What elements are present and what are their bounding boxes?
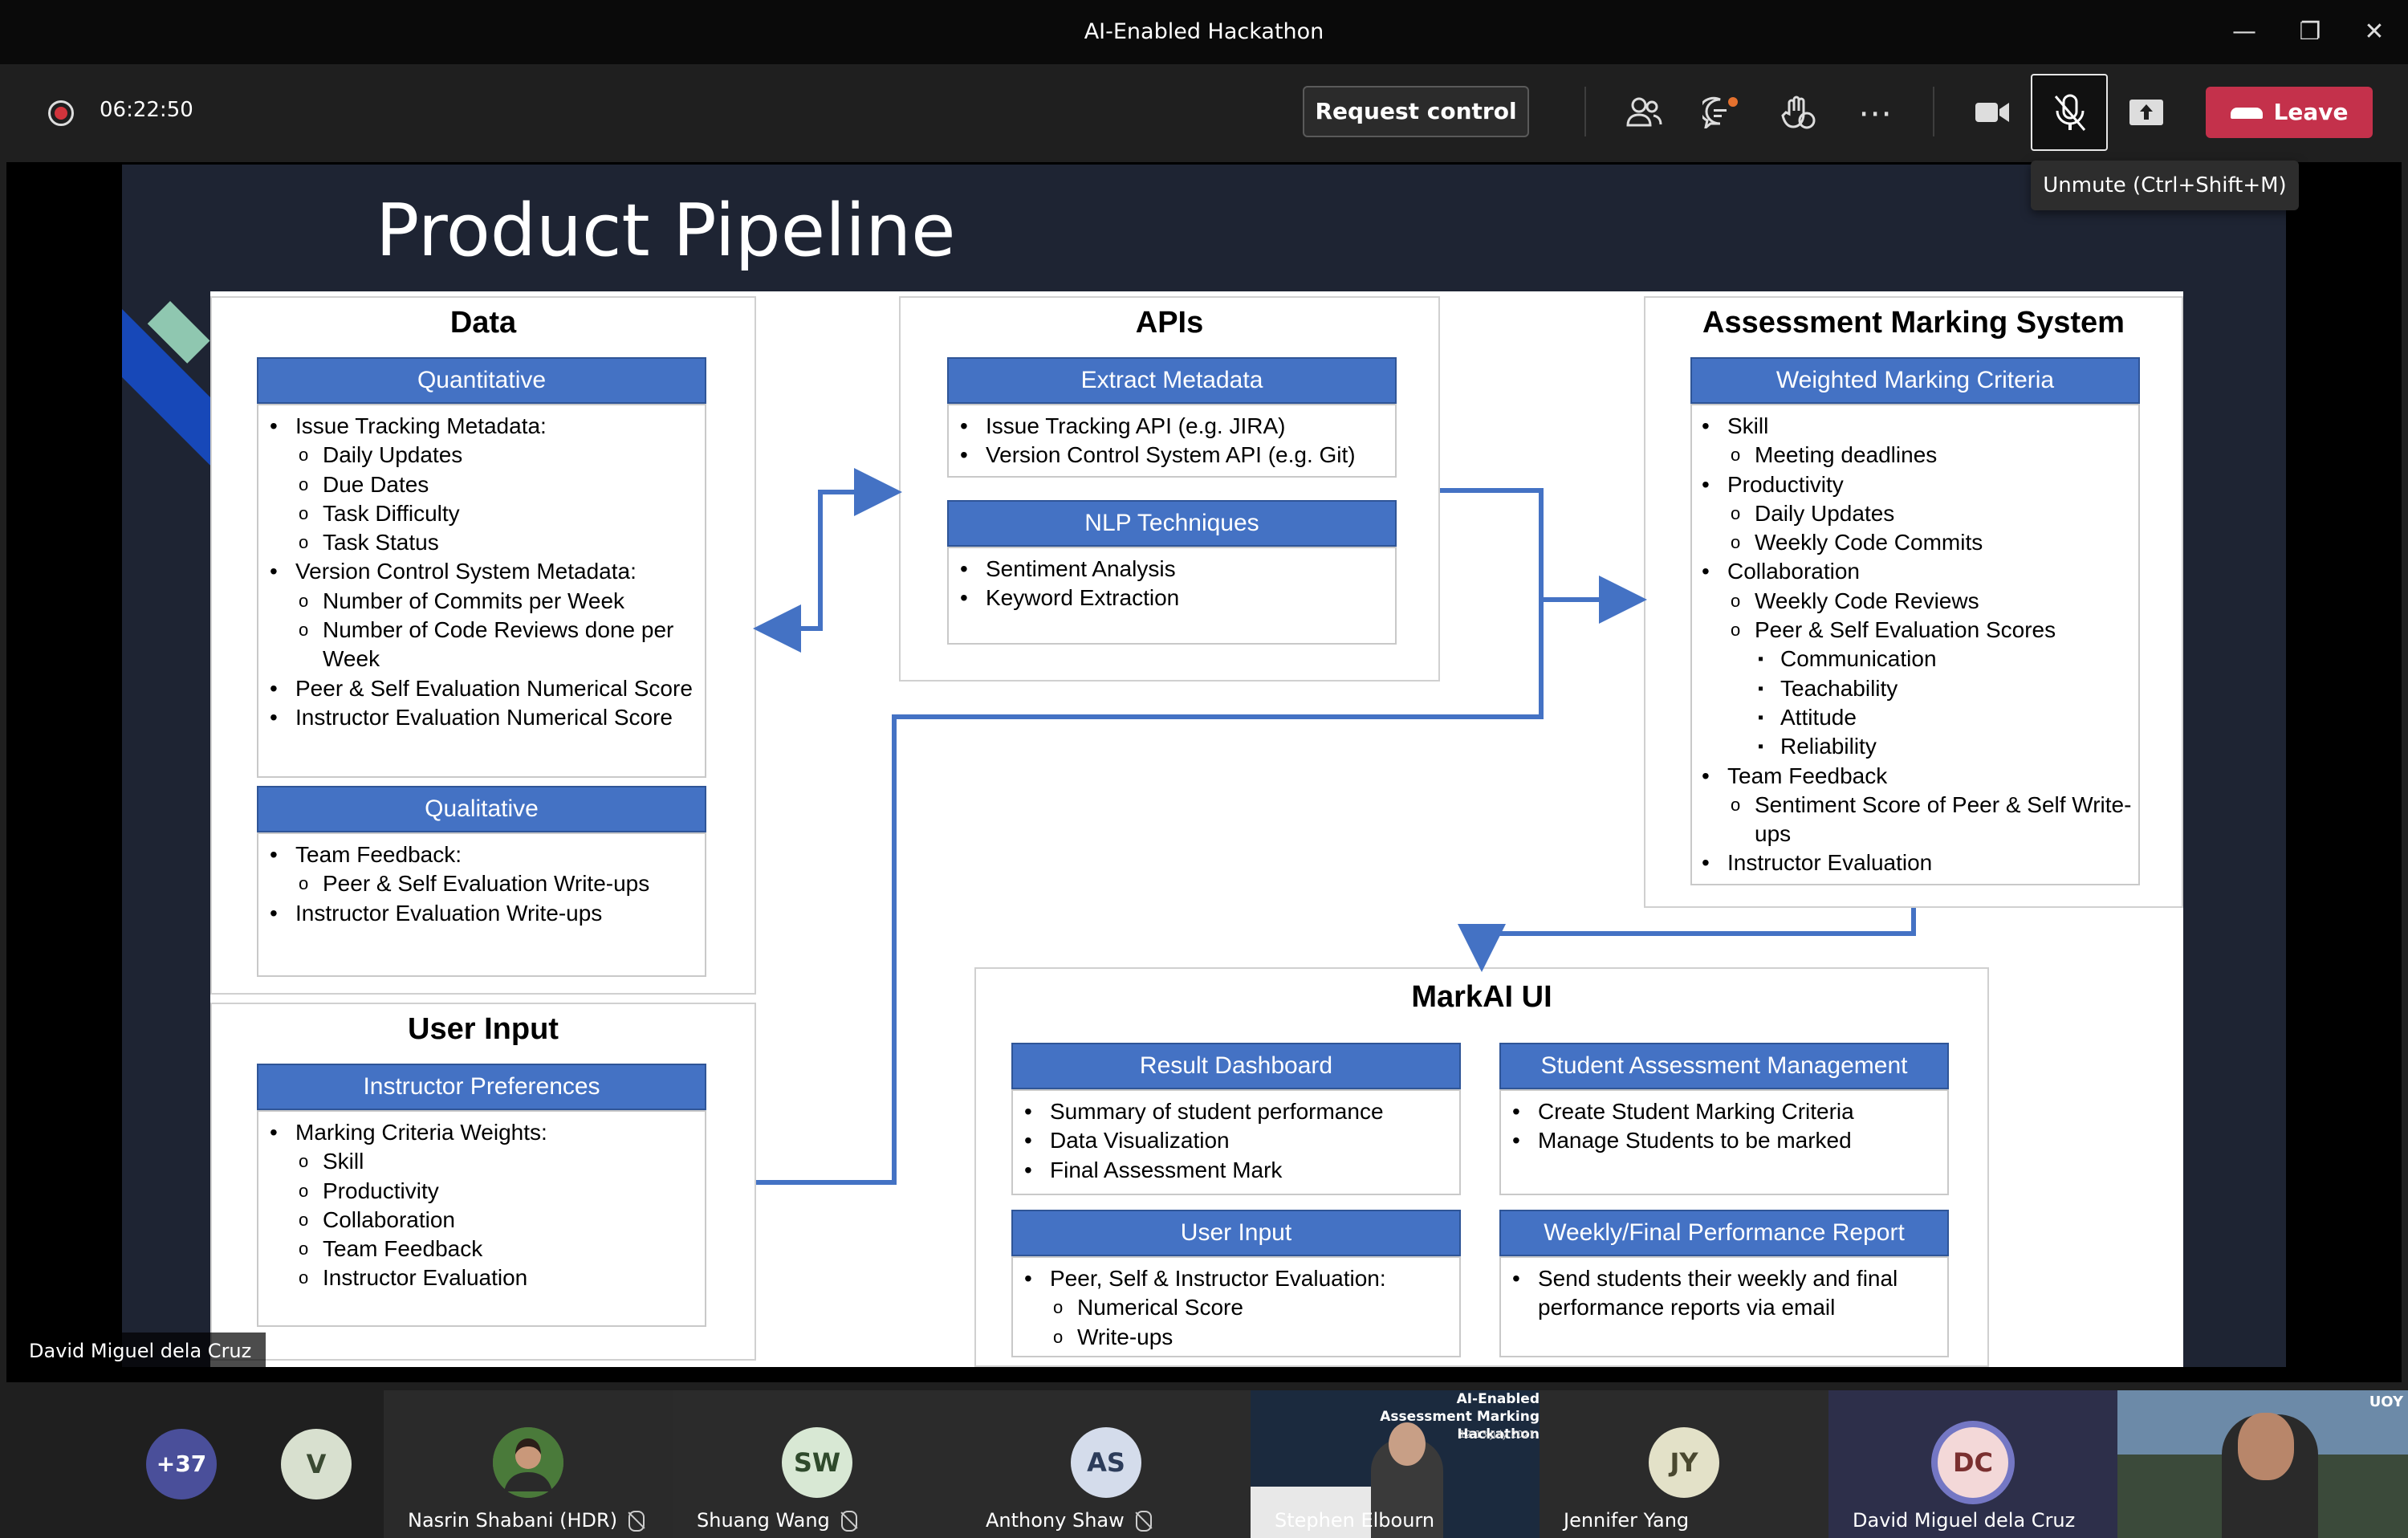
leave-label: Leave: [2273, 99, 2349, 125]
ams-markai-arrow: [1458, 908, 1916, 972]
mic-off-button[interactable]: [2031, 74, 2108, 151]
more-icon[interactable]: ⋯: [1843, 80, 1907, 144]
avatar: [493, 1427, 563, 1498]
participant-tile-uoy[interactable]: UOY: [2117, 1390, 2408, 1538]
avatar: AS: [1071, 1427, 1141, 1498]
participant-tile-shuang[interactable]: SW Shuang Wang: [673, 1390, 962, 1538]
video-person-face: [1389, 1422, 1426, 1466]
video-person-face: [2238, 1413, 2294, 1480]
participant-tile-jennifer[interactable]: JY Jennifer Yang: [1540, 1390, 1828, 1538]
raise-hand-icon[interactable]: [1766, 80, 1830, 144]
participant-name: Stephen Elbourn: [1275, 1509, 1435, 1532]
recording-icon: [48, 100, 74, 126]
toolbar-divider: [1584, 87, 1586, 136]
apis-ams-arrow: [1440, 488, 1647, 624]
avatar: JY: [1649, 1427, 1719, 1498]
participant-name: Jennifer Yang: [1564, 1509, 1690, 1532]
pipeline-canvas: Data Quantitative Issue Tracking Metadat…: [210, 291, 2183, 1367]
data-apis-arrow: [753, 490, 878, 653]
participant-name: Shuang Wang: [697, 1509, 857, 1532]
meeting-timer: 06:22:50: [100, 98, 193, 122]
uoy-label: UOY: [2369, 1394, 2403, 1410]
muted-icon: [840, 1511, 857, 1532]
mic-off-icon: [2054, 94, 2086, 131]
pipeline-arrows: [753, 468, 1916, 1185]
muted-icon: [1135, 1511, 1152, 1532]
participant-name-text: Anthony Shaw: [986, 1509, 1125, 1532]
participant-name: Anthony Shaw: [986, 1509, 1152, 1532]
toolbar-divider: [1933, 87, 1934, 136]
close-icon[interactable]: ✕: [2342, 0, 2406, 64]
leave-button[interactable]: Leave: [2206, 87, 2373, 138]
muted-icon: [628, 1511, 645, 1532]
restore-icon[interactable]: ❐: [2278, 0, 2342, 64]
presenter-name-tag: David Miguel dela Cruz: [14, 1333, 266, 1369]
share-icon[interactable]: [2114, 80, 2178, 144]
participant-tile-anthony[interactable]: AS Anthony Shaw: [962, 1390, 1251, 1538]
participant-name: David Miguel dela Cruz: [1853, 1509, 2076, 1532]
participant-name-text: Nasrin Shabani (HDR): [408, 1509, 618, 1532]
window-title: AI-Enabled Hackathon: [1084, 19, 1324, 44]
participant-name-text: Shuang Wang: [697, 1509, 830, 1532]
camera-icon[interactable]: [1960, 80, 2024, 144]
chat-icon[interactable]: [1689, 80, 1753, 144]
participant-tile-david[interactable]: DC David Miguel dela Cruz: [1828, 1390, 2117, 1538]
presentation-slide: Product Pipeline Data Quantitative Issue…: [122, 165, 2286, 1367]
hangup-icon: [2230, 108, 2263, 119]
participant-tile-nasrin[interactable]: Nasrin Shabani (HDR): [384, 1390, 673, 1538]
participant-tile-stephen[interactable]: AI-Enabled Assessment Marking Hackathon …: [1251, 1390, 1540, 1538]
avatar: SW: [782, 1427, 852, 1498]
request-control-button[interactable]: Request control: [1303, 86, 1529, 137]
video-slide-date: 12-13 July 2021: [1459, 1429, 1536, 1440]
slide-title: Product Pipeline: [376, 189, 956, 273]
avatar: DC: [1938, 1427, 2008, 1498]
userinput-ams-arrow: [756, 600, 1544, 1185]
more-participants-button[interactable]: +37: [146, 1429, 217, 1499]
people-icon[interactable]: [1612, 80, 1676, 144]
unmute-tooltip: Unmute (Ctrl+Shift+M): [2031, 161, 2299, 210]
minimize-icon[interactable]: —: [2212, 0, 2276, 64]
avatar[interactable]: V: [281, 1429, 352, 1499]
participant-name: Nasrin Shabani (HDR): [408, 1509, 645, 1532]
